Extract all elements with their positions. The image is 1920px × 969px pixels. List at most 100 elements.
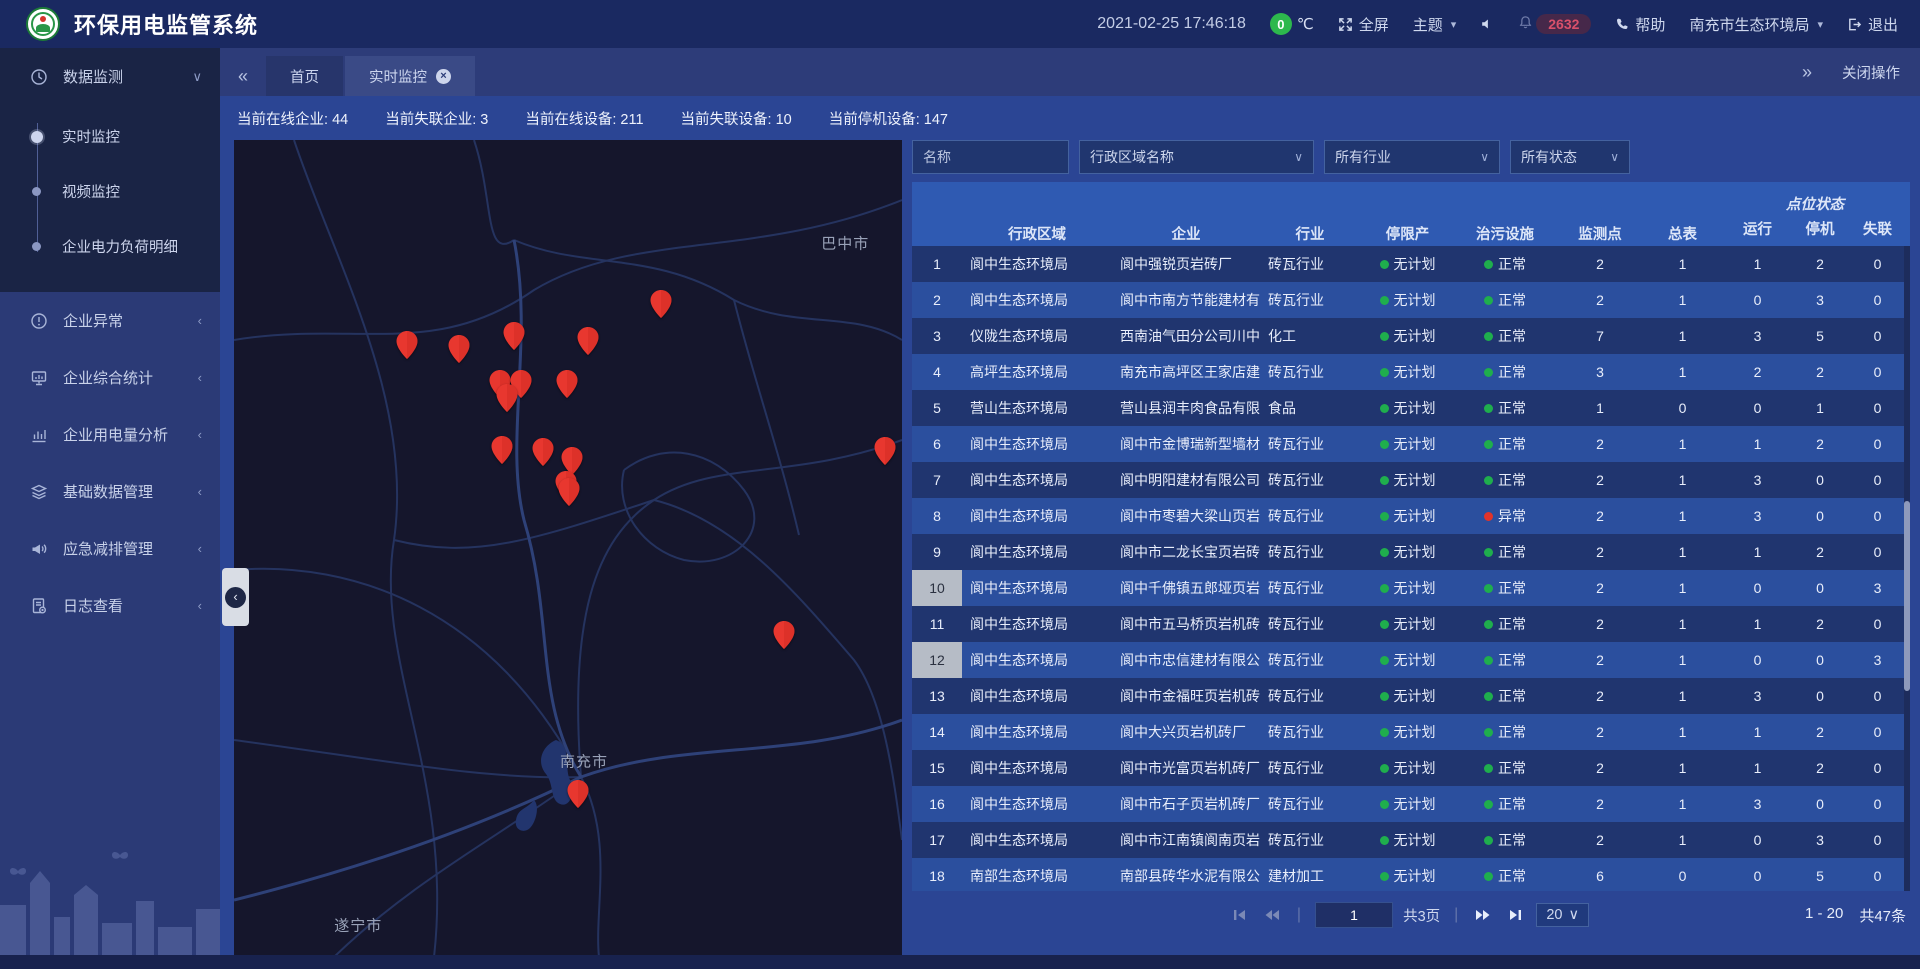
map-pin-icon[interactable]	[874, 437, 895, 465]
cell-run: 3	[1720, 498, 1795, 534]
table-row[interactable]: 11阆中生态环境局阆中市五马桥页岩机砖砖瓦行业无计划正常21120	[912, 606, 1910, 642]
table-row[interactable]: 14阆中生态环境局阆中大兴页岩机砖厂砖瓦行业无计划正常21120	[912, 714, 1910, 750]
map-pin-icon[interactable]	[773, 621, 794, 649]
tab-1[interactable]: 实时监控×	[345, 56, 475, 96]
industry-filter-value: 所有行业	[1335, 147, 1391, 167]
status-filter-select[interactable]: 所有状态 ∨	[1510, 140, 1630, 174]
cell-meters: 1	[1645, 354, 1720, 390]
map-pin-icon[interactable]	[568, 780, 589, 808]
status-dot-icon	[1380, 836, 1389, 845]
sidebar-collapse-handle[interactable]: ‹	[222, 568, 249, 626]
name-filter-input[interactable]	[912, 140, 1069, 174]
stat-item-0: 当前在线企业: 44	[237, 108, 348, 129]
map-pin-icon[interactable]	[449, 335, 470, 363]
sidebar-item-2[interactable]: 企业综合统计‹	[0, 349, 220, 406]
status-dot-icon	[1484, 476, 1493, 485]
map-pin-icon[interactable]	[491, 436, 512, 464]
close-operations-button[interactable]: 关闭操作	[1842, 62, 1900, 83]
map-pin-icon[interactable]	[558, 478, 579, 506]
table-row[interactable]: 15阆中生态环境局阆中市光富页岩机砖厂砖瓦行业无计划正常21120	[912, 750, 1910, 786]
cell-region: 阆中生态环境局	[962, 606, 1112, 642]
next-page-button[interactable]	[1472, 904, 1494, 926]
cell-points: 2	[1555, 822, 1645, 858]
tab-label: 首页	[290, 66, 319, 87]
table-row[interactable]: 10阆中生态环境局阆中千佛镇五郎垭页岩砖瓦行业无计划正常21003	[912, 570, 1910, 606]
cell-industry: 砖瓦行业	[1260, 426, 1360, 462]
table-row[interactable]: 17阆中生态环境局阆中市江南镇阆南页岩砖瓦行业无计划正常21030	[912, 822, 1910, 858]
cell-industry: 砖瓦行业	[1260, 354, 1360, 390]
chevron-left-icon: ‹	[225, 587, 246, 608]
status-dot-icon	[1484, 764, 1493, 773]
cell-industry: 砖瓦行业	[1260, 282, 1360, 318]
help-button[interactable]: 帮助	[1615, 14, 1665, 35]
table-row[interactable]: 6阆中生态环境局阆中市金博瑞新型墙材砖瓦行业无计划正常21120	[912, 426, 1910, 462]
cell-meters: 1	[1645, 606, 1720, 642]
industry-filter-select[interactable]: 所有行业 ∨	[1324, 140, 1500, 174]
sidebar-item-5[interactable]: 应急减排管理‹	[0, 520, 220, 577]
cell-run: 1	[1720, 606, 1795, 642]
table-row[interactable]: 4高坪生态环境局南充市高坪区王家店建砖瓦行业无计划正常31220	[912, 354, 1910, 390]
cell-stop: 0	[1795, 786, 1845, 822]
cell-facility: 正常	[1455, 786, 1555, 822]
map-pin-icon[interactable]	[533, 438, 554, 466]
close-icon[interactable]: ×	[436, 69, 451, 84]
logout-button[interactable]: 退出	[1847, 14, 1898, 35]
sidebar-subitem-2[interactable]: 企业电力负荷明细	[0, 219, 220, 274]
map-pin-icon[interactable]	[497, 384, 518, 412]
theme-dropdown[interactable]: 主题 ▾	[1413, 14, 1457, 35]
sidebar-item-label: 基础数据管理	[63, 481, 183, 502]
region-filter-select[interactable]: 行政区域名称 ∨	[1079, 140, 1314, 174]
sidebar-subitem-1[interactable]: 视频监控	[0, 164, 220, 219]
page-number-input[interactable]	[1315, 902, 1393, 928]
companies-table: 1阆中生态环境局阆中强锐页岩砖厂砖瓦行业无计划正常211202阆中生态环境局阆中…	[912, 246, 1910, 891]
cell-company: 阆中千佛镇五郎垭页岩	[1112, 570, 1260, 606]
sidebar-item-1[interactable]: 企业异常‹	[0, 292, 220, 349]
map-pin-icon[interactable]	[557, 370, 578, 398]
status-dot-icon	[1380, 872, 1389, 881]
map-pin-icon[interactable]	[578, 327, 599, 355]
tab-bar: « 首页 实时监控× » 关闭操作	[220, 48, 1920, 96]
table-row[interactable]: 7阆中生态环境局阆中明阳建材有限公司砖瓦行业无计划正常21300	[912, 462, 1910, 498]
sidebar-item-4[interactable]: 基础数据管理‹	[0, 463, 220, 520]
org-dropdown[interactable]: 南充市生态环境局 ▾	[1689, 14, 1823, 35]
table-row[interactable]: 5营山生态环境局营山县润丰肉食品有限食品无计划正常10010	[912, 390, 1910, 426]
app-root: 环保用电监管系统 2021-02-25 17:46:18 0 ℃ 全屏 主题 ▾…	[0, 0, 1920, 969]
table-row[interactable]: 9阆中生态环境局阆中市二龙长宝页岩砖砖瓦行业无计划正常21120	[912, 534, 1910, 570]
map-pin-icon[interactable]	[503, 322, 524, 350]
table-row[interactable]: 18南部生态环境局南部县砖华水泥有限公建材加工无计划正常60050	[912, 858, 1910, 891]
table-scrollbar-thumb[interactable]	[1904, 501, 1910, 691]
mute-button[interactable]	[1480, 17, 1494, 31]
table-row[interactable]: 8阆中生态环境局阆中市枣碧大梁山页岩砖瓦行业无计划异常21300	[912, 498, 1910, 534]
col-stop: 停机	[1795, 216, 1845, 246]
status-dot-icon	[1380, 332, 1389, 341]
cell-limit: 无计划	[1360, 354, 1455, 390]
col-lost: 失联	[1845, 216, 1910, 246]
last-page-button[interactable]	[1504, 904, 1526, 926]
tabs-scroll-left-button[interactable]: «	[220, 56, 266, 96]
map-pin-icon[interactable]	[397, 331, 418, 359]
first-page-button[interactable]	[1229, 904, 1251, 926]
cell-stop: 2	[1795, 426, 1845, 462]
tab-0[interactable]: 首页	[266, 56, 343, 96]
map-pin-icon[interactable]	[650, 290, 671, 318]
table-row[interactable]: 3仪陇生态环境局西南油气田分公司川中化工无计划正常71350	[912, 318, 1910, 354]
cell-run: 3	[1720, 318, 1795, 354]
notifications-button[interactable]: 2632	[1518, 14, 1591, 34]
table-row[interactable]: 12阆中生态环境局阆中市忠信建材有限公砖瓦行业无计划正常21003	[912, 642, 1910, 678]
table-row[interactable]: 16阆中生态环境局阆中市石子页岩机砖厂砖瓦行业无计划正常21300	[912, 786, 1910, 822]
page-size-select[interactable]: 20 ∨	[1536, 903, 1589, 927]
cell-limit: 无计划	[1360, 858, 1455, 891]
prev-page-button[interactable]	[1261, 904, 1283, 926]
map-panel[interactable]: 巴中市南充市遂宁市	[234, 140, 902, 955]
tabs-scroll-right-button[interactable]: »	[1802, 62, 1812, 83]
table-row[interactable]: 2阆中生态环境局阆中市南方节能建材有砖瓦行业无计划正常21030	[912, 282, 1910, 318]
fullscreen-button[interactable]: 全屏	[1338, 14, 1389, 35]
table-row[interactable]: 1阆中生态环境局阆中强锐页岩砖厂砖瓦行业无计划正常21120	[912, 246, 1910, 282]
sidebar-subitem-0[interactable]: 实时监控	[0, 109, 220, 164]
sidebar-item-3[interactable]: 企业用电量分析‹	[0, 406, 220, 463]
table-row[interactable]: 13阆中生态环境局阆中市金福旺页岩机砖砖瓦行业无计划正常21300	[912, 678, 1910, 714]
sidebar-item-6[interactable]: 日志查看‹	[0, 577, 220, 634]
sidebar-item-0[interactable]: 数据监测∨	[0, 48, 220, 105]
cell-run: 0	[1720, 642, 1795, 678]
alert-icon	[30, 312, 48, 330]
